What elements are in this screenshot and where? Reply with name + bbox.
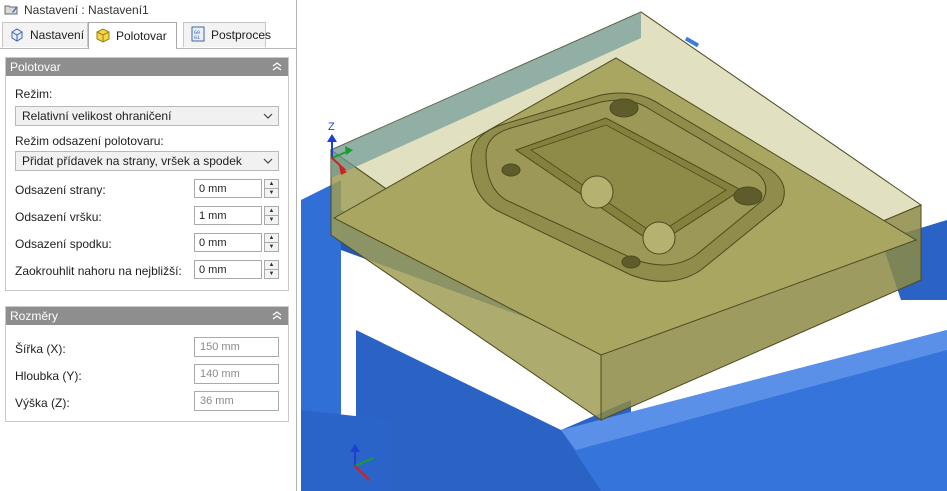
side-offset-label: Odsazení strany: xyxy=(15,183,106,197)
tab-setup-label: Nastavení xyxy=(30,28,85,42)
side-offset-stepper: 0 mm ▲ ▼ xyxy=(194,179,279,198)
svg-text:G1: G1 xyxy=(194,35,200,41)
mode-dropdown-value: Relativní velikost ohraničení xyxy=(22,109,172,123)
decrement-icon[interactable]: ▼ xyxy=(264,216,279,225)
dome-1 xyxy=(580,175,614,209)
post-process-icon: G0 G1 xyxy=(190,26,206,45)
round-up-stepper: 0 mm ▲ ▼ xyxy=(194,260,279,279)
chevron-down-icon xyxy=(263,155,273,169)
dimensions-section-title: Rozměry xyxy=(10,309,59,323)
hole-1 xyxy=(609,98,639,118)
offset-mode-dropdown-value: Přidat přídavek na strany, vršek a spode… xyxy=(22,154,242,168)
decrement-icon[interactable]: ▼ xyxy=(264,189,279,198)
setup-panel: Nastavení : Nastavení1 Nastavení Polotov… xyxy=(0,0,297,491)
mode-label: Režim: xyxy=(15,87,53,101)
panel-title-bar: Nastavení : Nastavení1 xyxy=(0,0,296,20)
height-label: Výška (Z): xyxy=(15,396,70,410)
round-up-label: Zaokrouhlit nahoru na nejbližší: xyxy=(15,264,182,278)
depth-readonly-field: 140 mm xyxy=(194,364,279,384)
decrement-icon[interactable]: ▼ xyxy=(264,270,279,279)
tab-setup[interactable]: Nastavení xyxy=(2,22,88,47)
bottom-offset-label: Odsazení spodku: xyxy=(15,237,112,251)
bottom-offset-input[interactable]: 0 mm xyxy=(194,233,262,252)
side-offset-input[interactable]: 0 mm xyxy=(194,179,262,198)
panel-title: Nastavení : Nastavení1 xyxy=(24,3,149,17)
hole-2 xyxy=(733,186,763,206)
top-offset-stepper: 1 mm ▲ ▼ xyxy=(194,206,279,225)
folder-edit-icon xyxy=(4,3,18,18)
stock-section: Polotovar Režim: Relativní velikost ohra… xyxy=(5,57,289,291)
depth-label: Hloubka (Y): xyxy=(15,369,82,383)
width-label: Šířka (X): xyxy=(15,342,66,356)
bottom-offset-stepper: 0 mm ▲ ▼ xyxy=(194,233,279,252)
top-offset-input[interactable]: 1 mm xyxy=(194,206,262,225)
tab-stock[interactable]: Polotovar xyxy=(88,22,177,49)
collapse-icon[interactable] xyxy=(272,60,282,74)
axis-z-label: Z xyxy=(328,121,335,133)
offset-mode-dropdown[interactable]: Přidat přídavek na strany, vršek a spode… xyxy=(15,151,279,171)
dimensions-section: Rozměry Šířka (X): 150 mm Hloubka (Y): 1… xyxy=(5,306,289,422)
stock-section-title: Polotovar xyxy=(10,60,61,74)
dome-2 xyxy=(642,221,676,255)
model-view[interactable]: Z xyxy=(301,0,947,491)
increment-icon[interactable]: ▲ xyxy=(264,206,279,216)
dimensions-section-header[interactable]: Rozměry xyxy=(6,307,288,325)
stock-icon xyxy=(95,27,111,46)
chevron-down-icon xyxy=(263,110,273,124)
graphics-viewport[interactable]: Z xyxy=(301,0,947,491)
increment-icon[interactable]: ▲ xyxy=(264,179,279,189)
width-readonly-field: 150 mm xyxy=(194,337,279,357)
tab-stock-label: Polotovar xyxy=(116,29,167,43)
setup-icon xyxy=(9,26,25,45)
collapse-icon[interactable] xyxy=(272,309,282,323)
hole-3 xyxy=(501,163,521,177)
tab-post-process-label: Postproces xyxy=(211,28,272,42)
tab-strip: Nastavení Polotovar G0 G1 Postproces xyxy=(0,22,296,49)
increment-icon[interactable]: ▲ xyxy=(264,260,279,270)
hole-4 xyxy=(621,255,641,269)
decrement-icon[interactable]: ▼ xyxy=(264,243,279,252)
height-readonly-field: 36 mm xyxy=(194,391,279,411)
fixture-lower xyxy=(301,410,391,491)
top-offset-label: Odsazení vršku: xyxy=(15,210,102,224)
offset-mode-label: Režim odsazení polotovaru: xyxy=(15,134,164,148)
round-up-input[interactable]: 0 mm xyxy=(194,260,262,279)
tab-post-process[interactable]: G0 G1 Postproces xyxy=(183,22,271,47)
stock-section-header[interactable]: Polotovar xyxy=(6,58,288,76)
increment-icon[interactable]: ▲ xyxy=(264,233,279,243)
mode-dropdown[interactable]: Relativní velikost ohraničení xyxy=(15,106,279,126)
